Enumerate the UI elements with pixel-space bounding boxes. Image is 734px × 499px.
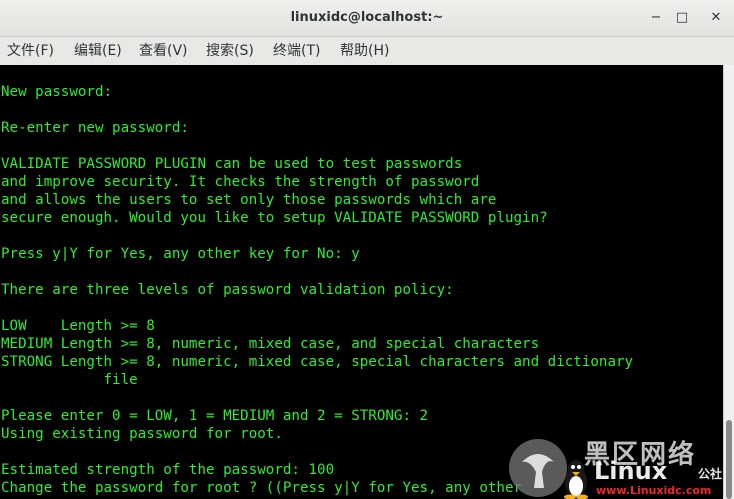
menu-file[interactable]: 文件(F): [7, 41, 54, 61]
terminal-line: There are three levels of password valid…: [1, 282, 454, 298]
terminal-window: linuxidc@localhost:~ − □ ✕ 文件(F) 编辑(E) 查…: [0, 0, 734, 499]
terminal-line: MEDIUM Length >= 8, numeric, mixed case,…: [1, 336, 540, 352]
terminal-line: and improve security. It checks the stre…: [1, 174, 480, 190]
menu-help[interactable]: 帮助(H): [340, 41, 389, 61]
watermark-url: www.Linuxidc.com: [596, 484, 712, 497]
terminal-line: and allows the users to set only those p…: [1, 192, 497, 208]
menu-terminal[interactable]: 终端(T): [273, 41, 320, 61]
menu-edit[interactable]: 编辑(E): [74, 41, 122, 61]
terminal-line: Change the password for root ? ((Press y…: [1, 480, 523, 496]
watermark-brand-suffix: 公社: [698, 467, 723, 481]
menu-view[interactable]: 查看(V): [139, 41, 188, 61]
menu-search[interactable]: 搜索(S): [206, 41, 254, 61]
terminal-line: Please enter 0 = LOW, 1 = MEDIUM and 2 =…: [1, 408, 429, 424]
menu-bar: 文件(F) 编辑(E) 查看(V) 搜索(S) 终端(T) 帮助(H): [0, 37, 734, 65]
terminal-line: Using existing password for root.: [1, 426, 283, 442]
terminal-line: Re-enter new password:: [1, 120, 189, 136]
window-title: linuxidc@localhost:~: [290, 10, 444, 25]
title-bar[interactable]: linuxidc@localhost:~ − □ ✕: [0, 0, 734, 37]
terminal-line: file: [1, 372, 138, 388]
terminal-line: Estimated strength of the password: 100: [1, 462, 335, 478]
close-button[interactable]: ✕: [706, 8, 726, 28]
terminal-line: Press y|Y for Yes, any other key for No:…: [1, 246, 360, 262]
terminal-line: LOW Length >= 8: [1, 318, 155, 334]
terminal-line: VALIDATE PASSWORD PLUGIN can be used to …: [1, 156, 463, 172]
terminal-line: STRONG Length >= 8, numeric, mixed case,…: [1, 354, 634, 370]
terminal-line: New password:: [1, 84, 113, 100]
maximize-button[interactable]: □: [672, 8, 692, 28]
minimize-button[interactable]: −: [646, 8, 666, 28]
terminal-line: secure enough. Would you like to setup V…: [1, 210, 548, 226]
watermark-brand: Linux: [594, 457, 668, 485]
